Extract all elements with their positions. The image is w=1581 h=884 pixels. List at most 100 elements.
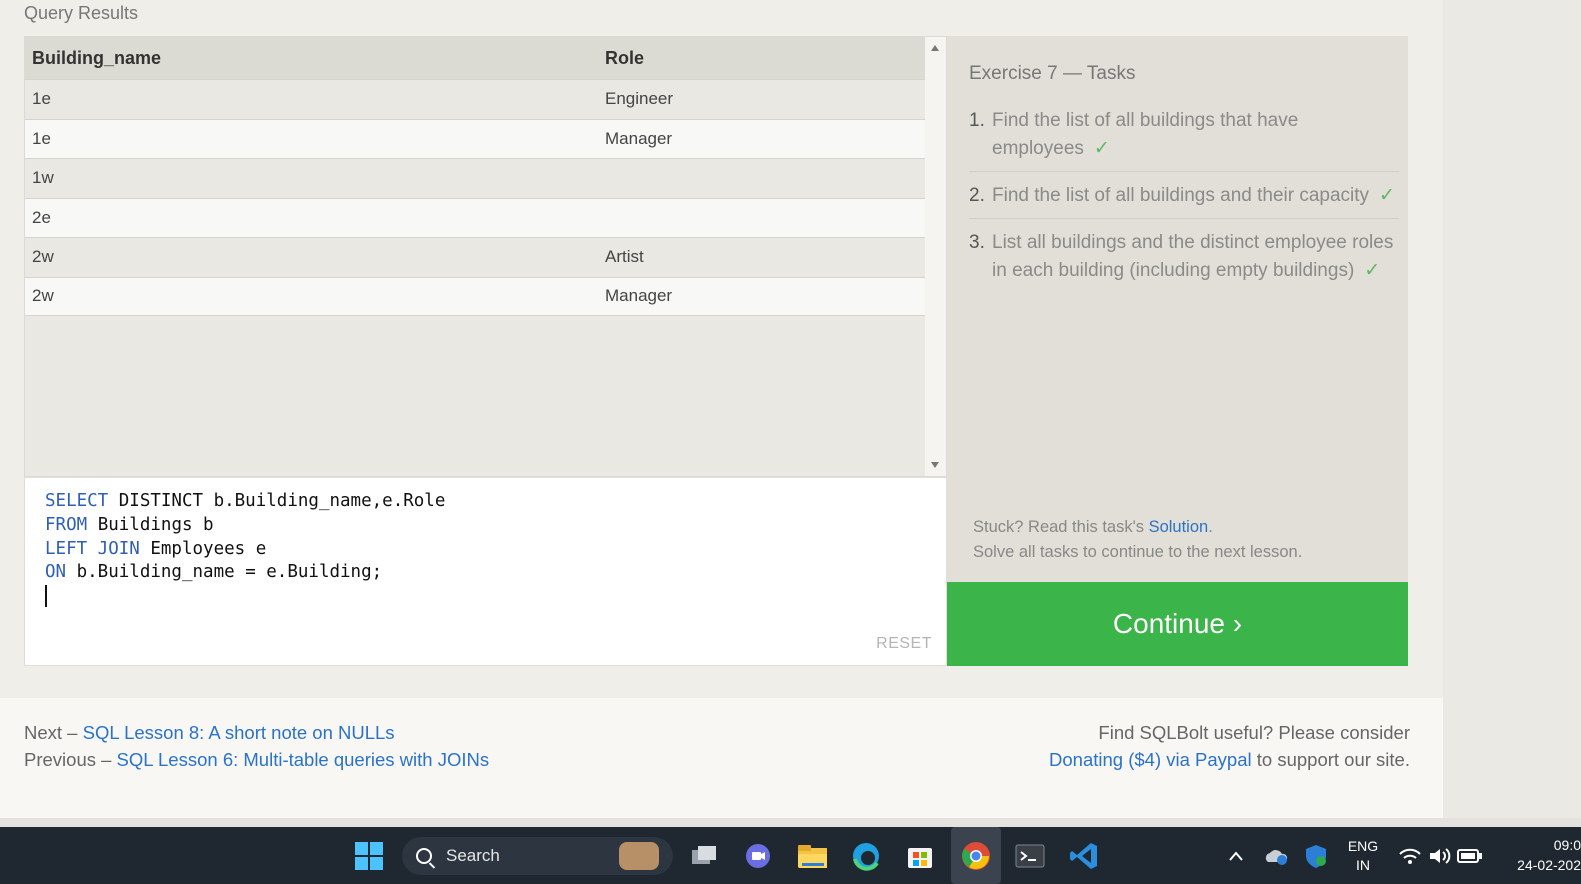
- language-code: ENG: [1347, 838, 1379, 854]
- volume-icon[interactable]: [1425, 841, 1455, 871]
- sql-text: Buildings b: [87, 514, 214, 535]
- tasks-title: Exercise 7 — Tasks: [969, 63, 1136, 84]
- table-row: 1e Manager: [25, 118, 926, 158]
- task-item: 1. Find the list of all buildings that h…: [969, 105, 1399, 172]
- scroll-down-arrow-icon[interactable]: [931, 462, 939, 468]
- page-bottom-strip: [0, 818, 1581, 827]
- search-highlight-image: [619, 842, 659, 870]
- task-number: 2.: [969, 185, 985, 206]
- system-clock[interactable]: 09:0 24-02-202: [1497, 835, 1581, 875]
- table-cell: 1w: [32, 168, 54, 188]
- show-hidden-icons-chevron-icon[interactable]: [1221, 841, 1251, 871]
- sql-keyword: ON: [45, 562, 67, 583]
- check-icon: ✓: [1379, 185, 1395, 206]
- page-gutter: [1443, 0, 1581, 818]
- table-row: 2e: [25, 197, 926, 237]
- sql-text: Employees e: [139, 538, 267, 559]
- table-header: Building_name Role: [25, 37, 926, 79]
- table-cell: 2w: [32, 286, 54, 306]
- chrome-browser-icon[interactable]: [961, 841, 991, 871]
- table-cell: Manager: [605, 286, 673, 306]
- security-shield-icon[interactable]: [1301, 841, 1331, 871]
- next-lesson: Next – SQL Lesson 8: A short note on NUL…: [24, 719, 489, 746]
- text-caret: [45, 585, 47, 608]
- table-cell: 2w: [32, 247, 54, 267]
- table-row: 2w Artist: [25, 237, 926, 277]
- windows-start-icon[interactable]: [354, 841, 384, 871]
- table-cell: Artist: [605, 247, 644, 267]
- table-row: 2w Manager: [25, 276, 926, 316]
- sql-keyword: SELECT: [45, 491, 109, 511]
- sql-text: b.Building_name = e.Building;: [66, 562, 383, 583]
- stuck-suffix: .: [1208, 518, 1213, 536]
- continue-button[interactable]: Continue ›: [947, 582, 1408, 666]
- wifi-icon[interactable]: [1395, 841, 1425, 871]
- results-panel: Building_name Role 1e Engineer 1e Manage…: [24, 36, 947, 477]
- next-prefix: Next –: [24, 722, 83, 743]
- table-cell: Engineer: [605, 89, 674, 109]
- donation-note: Find SQLBolt useful? Please consider Don…: [980, 719, 1410, 773]
- check-icon: ✓: [1364, 260, 1381, 281]
- task-text: Find the list of all buildings and their…: [992, 182, 1399, 210]
- onedrive-cloud-icon[interactable]: [1261, 841, 1291, 871]
- prev-prefix: Previous –: [24, 749, 117, 770]
- sql-keyword: LEFT JOIN: [45, 538, 140, 559]
- task-number: 1.: [969, 110, 985, 131]
- table-row: 1w: [25, 158, 926, 198]
- microsoft-store-icon[interactable]: [905, 841, 935, 871]
- help-text: Stuck? Read this task's Solution. Solve …: [973, 515, 1302, 565]
- edge-browser-icon[interactable]: [851, 841, 881, 871]
- stuck-prefix: Stuck? Read this task's: [973, 518, 1149, 536]
- task-text: Find the list of all buildings that have…: [992, 107, 1399, 163]
- reset-button[interactable]: RESET: [876, 635, 932, 653]
- donate-line: Donating ($4) via Paypal to support our …: [980, 746, 1410, 773]
- results-table: Building_name Role 1e Engineer 1e Manage…: [25, 37, 926, 316]
- column-header: Role: [605, 47, 645, 68]
- sql-code[interactable]: SELECT DISTINCT b.Building_name,e.Role F…: [45, 490, 445, 609]
- previous-lesson: Previous – SQL Lesson 6: Multi-table que…: [24, 746, 489, 773]
- search-label: Search: [446, 846, 500, 865]
- teams-chat-icon[interactable]: [743, 841, 773, 871]
- results-title: Query Results: [24, 3, 139, 23]
- next-lesson-link[interactable]: SQL Lesson 8: A short note on NULLs: [83, 722, 395, 743]
- vscode-icon[interactable]: [1069, 841, 1099, 871]
- useful-text: Find SQLBolt useful? Please consider: [1098, 722, 1410, 743]
- table-cell: Manager: [605, 128, 673, 148]
- clock-date: 24-02-202: [1517, 857, 1581, 873]
- solution-link[interactable]: Solution: [1149, 518, 1209, 536]
- scroll-up-arrow-icon[interactable]: [931, 45, 939, 51]
- file-explorer-icon[interactable]: [797, 841, 827, 871]
- task-label: List all buildings and the distinct empl…: [992, 232, 1394, 281]
- task-label: Find the list of all buildings that have…: [992, 110, 1299, 159]
- table-cell: 1e: [32, 128, 51, 148]
- taskbar: Search ENG IN 09:0 24-02-202: [0, 827, 1581, 884]
- language-indicator[interactable]: ENG IN: [1343, 837, 1383, 875]
- results-scrollbar[interactable]: [925, 37, 946, 476]
- terminal-icon[interactable]: [1015, 841, 1045, 871]
- table-cell: 1e: [32, 89, 51, 109]
- check-icon: ✓: [1093, 138, 1110, 159]
- sql-keyword: FROM: [45, 514, 88, 535]
- clock-time: 09:0: [1553, 837, 1581, 853]
- task-label: Find the list of all buildings and their…: [992, 185, 1370, 206]
- previous-lesson-link[interactable]: SQL Lesson 6: Multi-table queries with J…: [117, 749, 490, 770]
- task-view-icon[interactable]: [689, 841, 719, 871]
- donate-suffix: to support our site.: [1251, 749, 1410, 770]
- table-cell: 2e: [32, 207, 51, 227]
- column-header: Building_name: [32, 47, 162, 68]
- battery-icon[interactable]: [1455, 841, 1485, 871]
- donate-link[interactable]: Donating ($4) via Paypal: [1049, 749, 1252, 770]
- region-code: IN: [1356, 857, 1370, 873]
- solve-all-text: Solve all tasks to continue to the next …: [973, 543, 1303, 561]
- task-list: 1. Find the list of all buildings that h…: [969, 105, 1399, 301]
- task-item: 2. Find the list of all buildings and th…: [969, 180, 1399, 219]
- search-icon: [416, 848, 432, 864]
- sql-editor[interactable]: SELECT DISTINCT b.Building_name,e.Role F…: [24, 477, 947, 666]
- task-text: List all buildings and the distinct empl…: [992, 229, 1399, 285]
- taskbar-search[interactable]: Search: [402, 837, 673, 875]
- table-row: 1e Engineer: [25, 79, 926, 119]
- lesson-navigation: Next – SQL Lesson 8: A short note on NUL…: [24, 719, 489, 773]
- sql-text: DISTINCT b.Building_name,e.Role: [108, 491, 446, 511]
- task-number: 3.: [969, 232, 985, 253]
- tasks-panel: Exercise 7 — Tasks 1. Find the list of a…: [947, 36, 1408, 582]
